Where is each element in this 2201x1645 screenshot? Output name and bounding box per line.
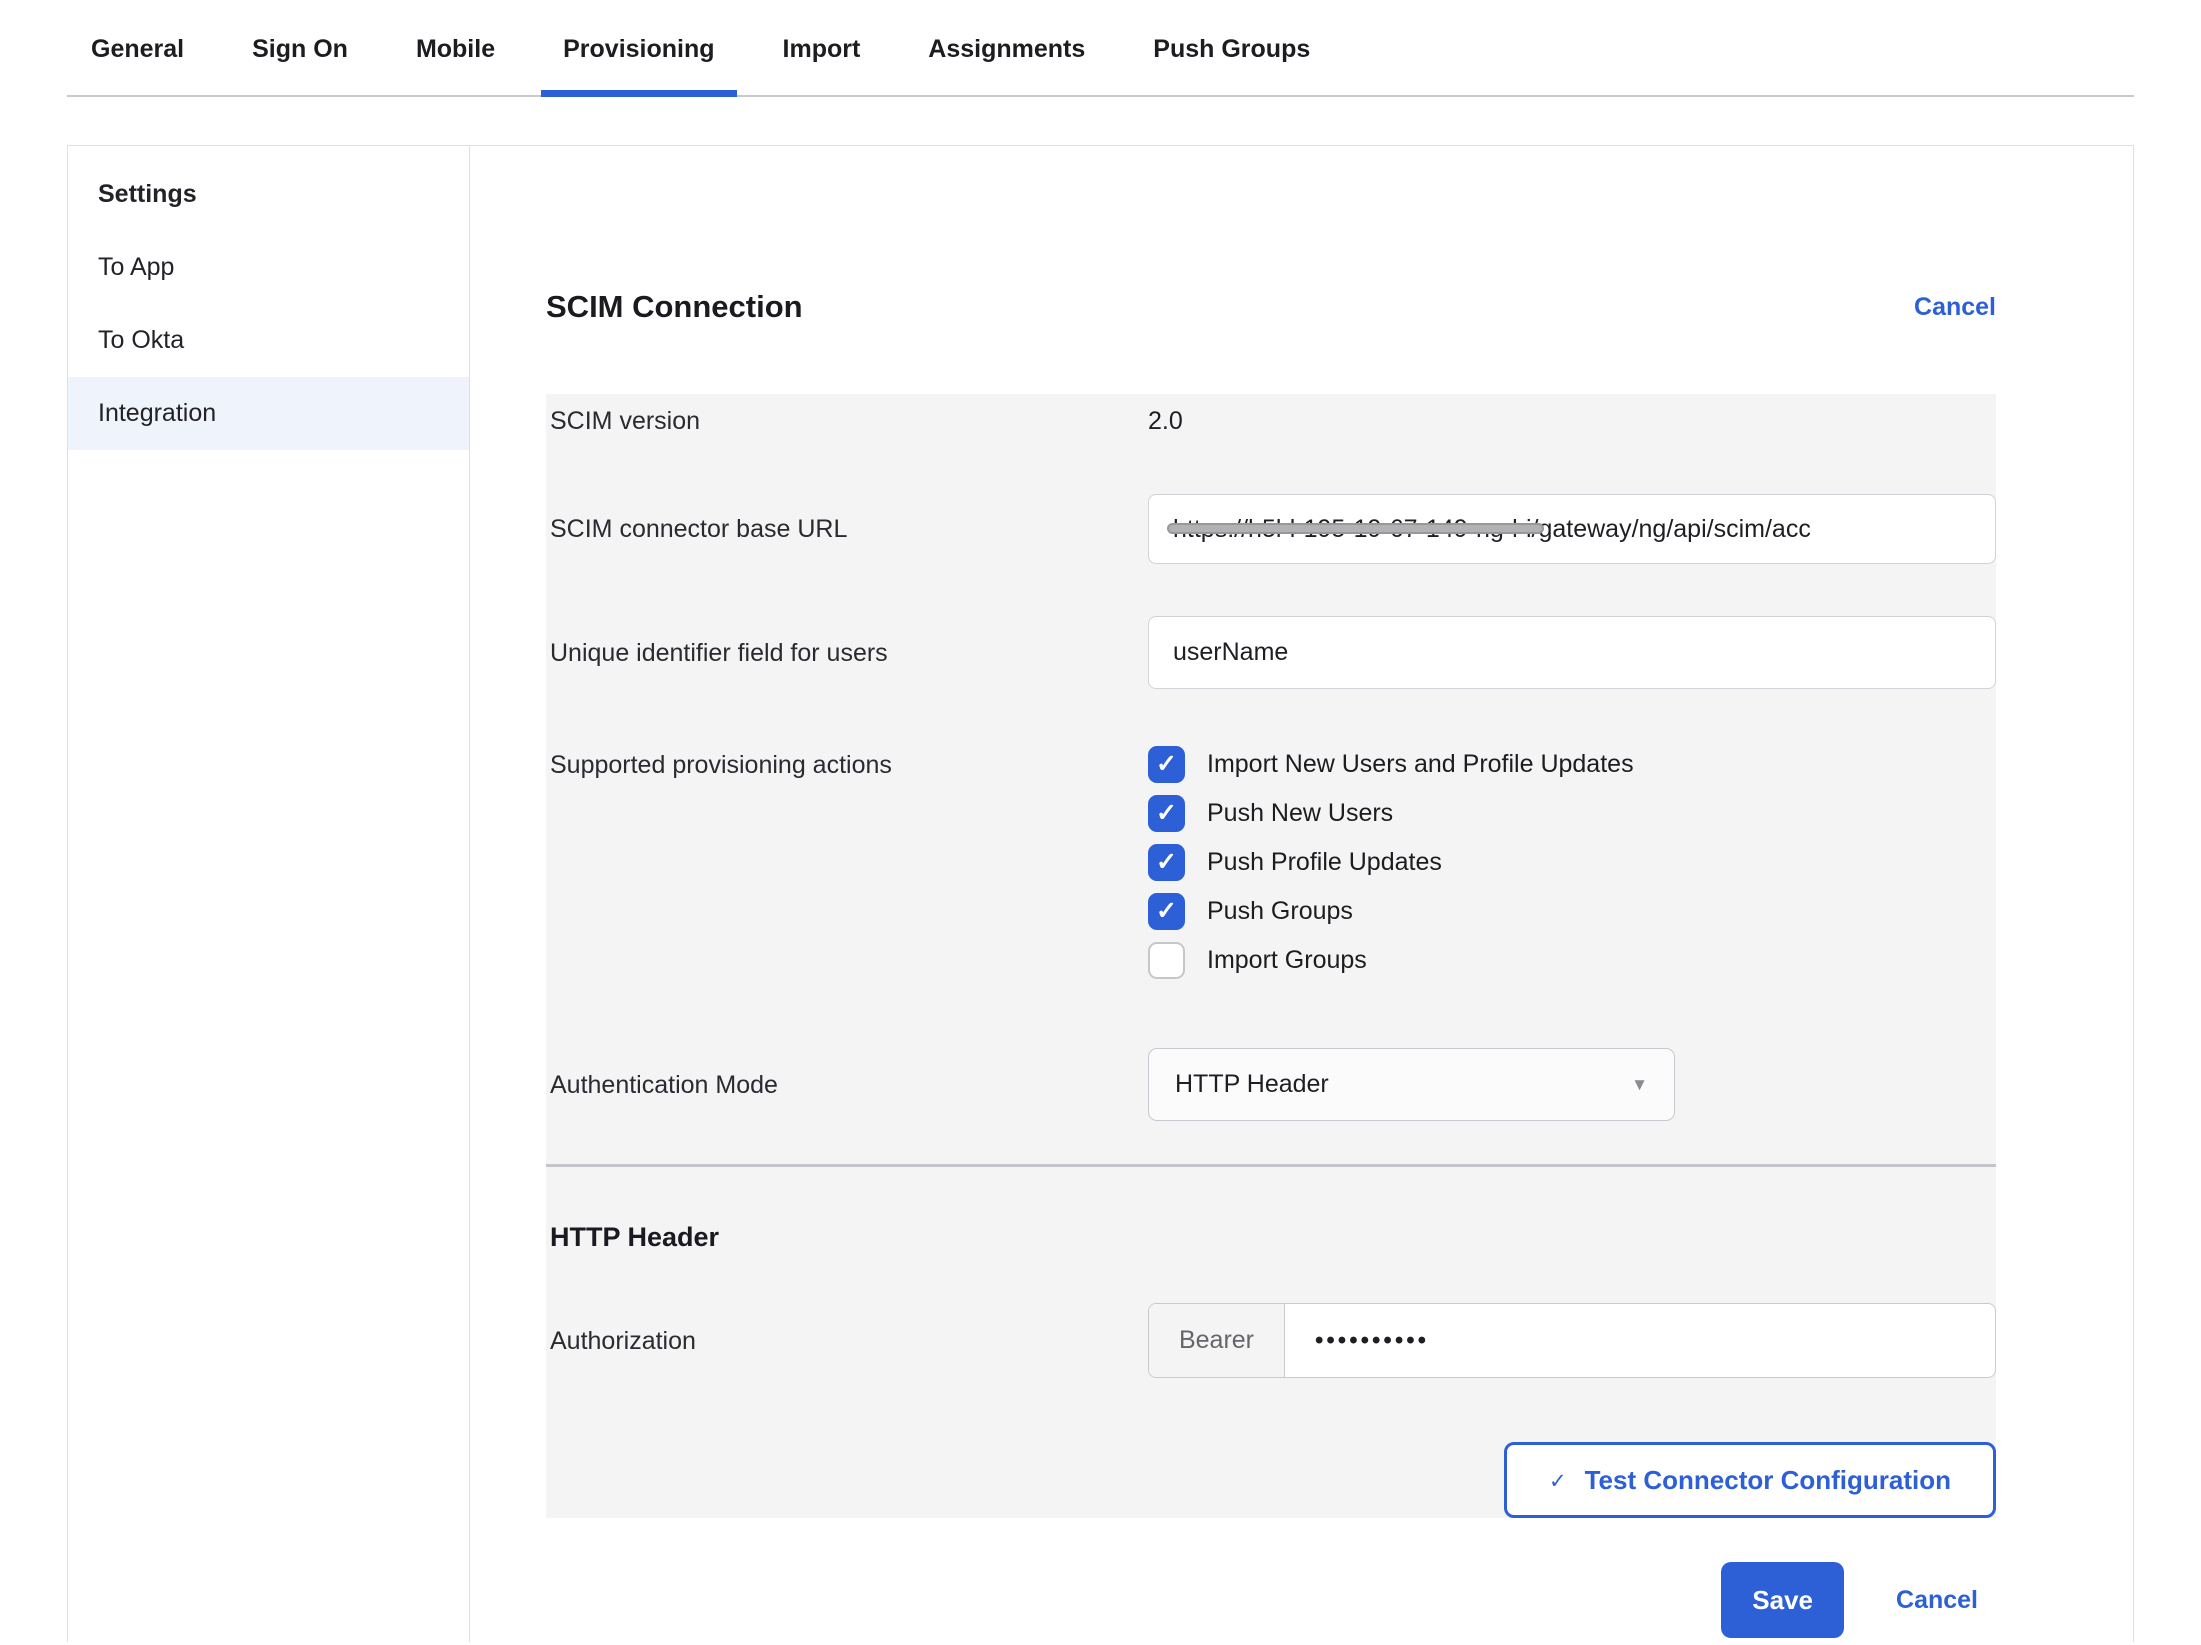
unique-id-label: Unique identifier field for users — [550, 616, 1148, 689]
auth-mode-label: Authentication Mode — [550, 1048, 1148, 1121]
scim-connection-form: SCIM version 2.0 SCIM connector base URL… — [546, 394, 1996, 1164]
action-label: Import New Users and Profile Updates — [1207, 750, 1634, 779]
page-title: SCIM Connection — [546, 289, 803, 325]
tab-assignments[interactable]: Assignments — [928, 0, 1085, 95]
test-connector-configuration-button[interactable]: ✓ Test Connector Configuration — [1504, 1442, 1996, 1518]
action-label: Push Groups — [1207, 897, 1353, 926]
check-icon: ✓ — [1549, 1469, 1567, 1494]
bearer-prefix: Bearer — [1149, 1304, 1285, 1377]
action-row-push-profile-updates: ✓ Push Profile Updates — [1148, 844, 1996, 881]
check-icon: ✓ — [1156, 752, 1177, 777]
sidebar-item-to-okta[interactable]: To Okta — [68, 304, 469, 377]
scim-version-value: 2.0 — [1148, 406, 1996, 436]
unique-id-value: userName — [1173, 638, 1288, 667]
scim-version-label: SCIM version — [550, 406, 1148, 436]
auth-mode-value: HTTP Header — [1175, 1070, 1329, 1099]
action-label: Push Profile Updates — [1207, 848, 1442, 877]
sidebar-item-integration[interactable]: Integration — [68, 377, 469, 450]
checkbox-push-groups[interactable]: ✓ — [1148, 893, 1185, 930]
action-label: Import Groups — [1207, 946, 1367, 975]
settings-sidebar: Settings To App To Okta Integration — [68, 146, 470, 1642]
check-icon: ✓ — [1156, 899, 1177, 924]
save-button[interactable]: Save — [1721, 1562, 1844, 1638]
action-row-push-new-users: ✓ Push New Users — [1148, 795, 1996, 832]
checkbox-import-users[interactable]: ✓ — [1148, 746, 1185, 783]
footer-actions: Save Cancel — [546, 1562, 1996, 1638]
unique-id-input[interactable]: userName — [1148, 616, 1996, 689]
app-tab-bar: General Sign On Mobile Provisioning Impo… — [67, 0, 2134, 97]
chevron-down-icon: ▼ — [1631, 1075, 1648, 1095]
tab-general[interactable]: General — [91, 0, 184, 95]
redaction-bar — [1167, 523, 1544, 534]
sidebar-item-to-app[interactable]: To App — [68, 231, 469, 304]
tab-push-groups[interactable]: Push Groups — [1153, 0, 1310, 95]
action-row-import-groups: ✓ Import Groups — [1148, 942, 1996, 979]
sidebar-header-settings: Settings — [68, 158, 469, 231]
provisioning-card: Settings To App To Okta Integration SCIM… — [67, 145, 2134, 1642]
http-header-title: HTTP Header — [550, 1222, 1996, 1253]
tab-mobile[interactable]: Mobile — [416, 0, 495, 95]
authorization-token-input[interactable]: •••••••••• — [1285, 1304, 1995, 1377]
checkbox-push-profile-updates[interactable]: ✓ — [1148, 844, 1185, 881]
checkbox-push-new-users[interactable]: ✓ — [1148, 795, 1185, 832]
checkbox-import-groups[interactable]: ✓ — [1148, 942, 1185, 979]
cancel-link-top[interactable]: Cancel — [1914, 293, 1996, 322]
authorization-label: Authorization — [550, 1303, 1148, 1378]
redacted-url-segment: https://h5l-l-195-19-67-149-ng-l-i — [1173, 515, 1532, 544]
action-label: Push New Users — [1207, 799, 1393, 828]
main-content: SCIM Connection Cancel SCIM version 2.0 … — [470, 146, 2133, 1642]
cancel-link-bottom[interactable]: Cancel — [1896, 1586, 1978, 1615]
action-row-push-groups: ✓ Push Groups — [1148, 893, 1996, 930]
base-url-input[interactable]: https://h5l-l-195-19-67-149-ng-l-i /gate… — [1148, 494, 1996, 564]
test-button-label: Test Connector Configuration — [1585, 1465, 1951, 1496]
authorization-input-group: Bearer •••••••••• — [1148, 1303, 1996, 1378]
tab-import[interactable]: Import — [783, 0, 861, 95]
provisioning-actions-label: Supported provisioning actions — [550, 746, 1148, 991]
http-header-section: HTTP Header Authorization Bearer •••••••… — [546, 1167, 1996, 1518]
base-url-visible-suffix: /gateway/ng/api/scim/acc — [1532, 515, 1811, 544]
tab-sign-on[interactable]: Sign On — [252, 0, 348, 95]
tab-provisioning[interactable]: Provisioning — [563, 0, 714, 95]
auth-mode-select[interactable]: HTTP Header ▼ — [1148, 1048, 1675, 1121]
check-icon: ✓ — [1156, 801, 1177, 826]
check-icon: ✓ — [1156, 850, 1177, 875]
base-url-label: SCIM connector base URL — [550, 494, 1148, 564]
action-row-import-users: ✓ Import New Users and Profile Updates — [1148, 746, 1996, 783]
